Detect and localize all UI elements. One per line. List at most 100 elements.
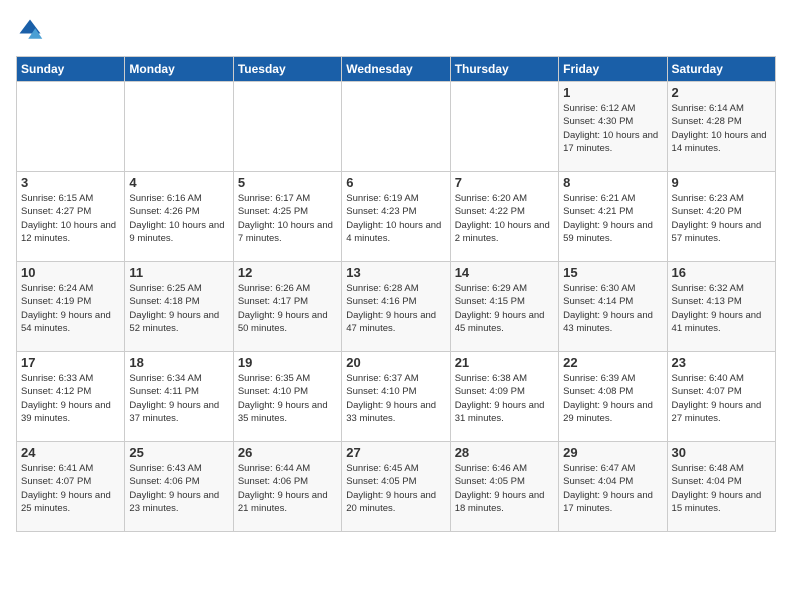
calendar-cell: 6 Sunrise: 6:19 AMSunset: 4:23 PMDaylight… xyxy=(342,172,450,262)
day-number: 13 xyxy=(346,265,445,280)
calendar-cell xyxy=(233,82,341,172)
day-number: 6 xyxy=(346,175,445,190)
calendar-cell: 15Sunrise: 6:30 AMSunset: 4:14 PMDayligh… xyxy=(559,262,667,352)
day-number: 27 xyxy=(346,445,445,460)
day-number: 2 xyxy=(672,85,771,100)
info-line: Daylight: 9 hours and 41 minutes. xyxy=(672,309,771,336)
info-line: Sunset: 4:30 PM xyxy=(563,115,662,128)
info-line: Daylight: 9 hours and 21 minutes. xyxy=(238,489,337,516)
info-line: Sunset: 4:12 PM xyxy=(21,385,120,398)
day-number: 24 xyxy=(21,445,120,460)
day-info: Sunrise: 6:26 AMSunset: 4:17 PMDaylight:… xyxy=(238,282,337,335)
calendar-cell: 26Sunrise: 6:44 AMSunset: 4:06 PMDayligh… xyxy=(233,442,341,532)
info-line: Daylight: 9 hours and 52 minutes. xyxy=(129,309,228,336)
info-line: Sunset: 4:21 PM xyxy=(563,205,662,218)
day-number: 8 xyxy=(563,175,662,190)
info-line: Sunset: 4:22 PM xyxy=(455,205,554,218)
col-header-sunday: Sunday xyxy=(17,57,125,82)
day-info: Sunrise: 6:40 AMSunset: 4:07 PMDaylight:… xyxy=(672,372,771,425)
day-number: 12 xyxy=(238,265,337,280)
day-info: Sunrise: 6:35 AMSunset: 4:10 PMDaylight:… xyxy=(238,372,337,425)
info-line: Sunset: 4:05 PM xyxy=(346,475,445,488)
calendar-cell: 25Sunrise: 6:43 AMSunset: 4:06 PMDayligh… xyxy=(125,442,233,532)
info-line: Sunrise: 6:41 AM xyxy=(21,462,120,475)
info-line: Sunrise: 6:26 AM xyxy=(238,282,337,295)
day-number: 4 xyxy=(129,175,228,190)
col-header-wednesday: Wednesday xyxy=(342,57,450,82)
info-line: Sunrise: 6:14 AM xyxy=(672,102,771,115)
info-line: Sunset: 4:27 PM xyxy=(21,205,120,218)
info-line: Sunset: 4:16 PM xyxy=(346,295,445,308)
day-info: Sunrise: 6:37 AMSunset: 4:10 PMDaylight:… xyxy=(346,372,445,425)
day-info: Sunrise: 6:16 AMSunset: 4:26 PMDaylight:… xyxy=(129,192,228,245)
day-info: Sunrise: 6:34 AMSunset: 4:11 PMDaylight:… xyxy=(129,372,228,425)
info-line: Sunset: 4:28 PM xyxy=(672,115,771,128)
calendar-cell: 30Sunrise: 6:48 AMSunset: 4:04 PMDayligh… xyxy=(667,442,775,532)
calendar-cell: 3Sunrise: 6:15 AMSunset: 4:27 PMDaylight… xyxy=(17,172,125,262)
info-line: Sunset: 4:09 PM xyxy=(455,385,554,398)
info-line: Sunset: 4:20 PM xyxy=(672,205,771,218)
info-line: Sunrise: 6:37 AM xyxy=(346,372,445,385)
day-number: 20 xyxy=(346,355,445,370)
day-number: 22 xyxy=(563,355,662,370)
info-line: Sunrise: 6:33 AM xyxy=(21,372,120,385)
day-number: 30 xyxy=(672,445,771,460)
info-line: Sunset: 4:05 PM xyxy=(455,475,554,488)
info-line: Sunrise: 6:19 AM xyxy=(346,192,445,205)
info-line: Sunrise: 6:47 AM xyxy=(563,462,662,475)
day-number: 17 xyxy=(21,355,120,370)
logo-icon xyxy=(16,16,44,44)
info-line: Sunrise: 6:29 AM xyxy=(455,282,554,295)
calendar-cell: 24Sunrise: 6:41 AMSunset: 4:07 PMDayligh… xyxy=(17,442,125,532)
info-line: Daylight: 9 hours and 39 minutes. xyxy=(21,399,120,426)
info-line: Sunset: 4:14 PM xyxy=(563,295,662,308)
info-line: Sunset: 4:08 PM xyxy=(563,385,662,398)
info-line: Daylight: 10 hours and 17 minutes. xyxy=(563,129,662,156)
day-info: Sunrise: 6:19 AMSunset: 4:23 PMDaylight:… xyxy=(346,192,445,245)
info-line: Sunrise: 6:43 AM xyxy=(129,462,228,475)
info-line: Sunrise: 6:25 AM xyxy=(129,282,228,295)
calendar-cell: 21Sunrise: 6:38 AMSunset: 4:09 PMDayligh… xyxy=(450,352,558,442)
day-info: Sunrise: 6:30 AMSunset: 4:14 PMDaylight:… xyxy=(563,282,662,335)
calendar-cell xyxy=(342,82,450,172)
info-line: Sunrise: 6:28 AM xyxy=(346,282,445,295)
info-line: Sunset: 4:04 PM xyxy=(672,475,771,488)
calendar-week-5: 24Sunrise: 6:41 AMSunset: 4:07 PMDayligh… xyxy=(17,442,776,532)
info-line: Sunrise: 6:35 AM xyxy=(238,372,337,385)
info-line: Daylight: 9 hours and 59 minutes. xyxy=(563,219,662,246)
info-line: Daylight: 9 hours and 37 minutes. xyxy=(129,399,228,426)
day-number: 18 xyxy=(129,355,228,370)
info-line: Daylight: 10 hours and 12 minutes. xyxy=(21,219,120,246)
info-line: Sunrise: 6:48 AM xyxy=(672,462,771,475)
info-line: Daylight: 9 hours and 45 minutes. xyxy=(455,309,554,336)
info-line: Sunrise: 6:23 AM xyxy=(672,192,771,205)
day-number: 16 xyxy=(672,265,771,280)
info-line: Daylight: 10 hours and 2 minutes. xyxy=(455,219,554,246)
info-line: Sunrise: 6:46 AM xyxy=(455,462,554,475)
info-line: Daylight: 10 hours and 9 minutes. xyxy=(129,219,228,246)
info-line: Sunset: 4:11 PM xyxy=(129,385,228,398)
calendar-cell: 1Sunrise: 6:12 AMSunset: 4:30 PMDaylight… xyxy=(559,82,667,172)
day-info: Sunrise: 6:46 AMSunset: 4:05 PMDaylight:… xyxy=(455,462,554,515)
info-line: Sunset: 4:25 PM xyxy=(238,205,337,218)
info-line: Daylight: 9 hours and 20 minutes. xyxy=(346,489,445,516)
info-line: Sunset: 4:17 PM xyxy=(238,295,337,308)
calendar-cell: 27Sunrise: 6:45 AMSunset: 4:05 PMDayligh… xyxy=(342,442,450,532)
calendar-cell: 20 Sunrise: 6:37 AMSunset: 4:10 PMDayligh… xyxy=(342,352,450,442)
calendar-cell xyxy=(125,82,233,172)
info-line: Sunrise: 6:39 AM xyxy=(563,372,662,385)
info-line: Daylight: 9 hours and 23 minutes. xyxy=(129,489,228,516)
info-line: Daylight: 9 hours and 27 minutes. xyxy=(672,399,771,426)
calendar-cell: 9Sunrise: 6:23 AMSunset: 4:20 PMDaylight… xyxy=(667,172,775,262)
calendar-week-1: 1Sunrise: 6:12 AMSunset: 4:30 PMDaylight… xyxy=(17,82,776,172)
day-number: 1 xyxy=(563,85,662,100)
day-info: Sunrise: 6:43 AMSunset: 4:06 PMDaylight:… xyxy=(129,462,228,515)
day-number: 3 xyxy=(21,175,120,190)
day-info: Sunrise: 6:28 AMSunset: 4:16 PMDaylight:… xyxy=(346,282,445,335)
calendar-cell: 19Sunrise: 6:35 AMSunset: 4:10 PMDayligh… xyxy=(233,352,341,442)
info-line: Sunrise: 6:34 AM xyxy=(129,372,228,385)
info-line: Daylight: 9 hours and 47 minutes. xyxy=(346,309,445,336)
info-line: Sunrise: 6:44 AM xyxy=(238,462,337,475)
info-line: Daylight: 9 hours and 17 minutes. xyxy=(563,489,662,516)
info-line: Sunrise: 6:30 AM xyxy=(563,282,662,295)
